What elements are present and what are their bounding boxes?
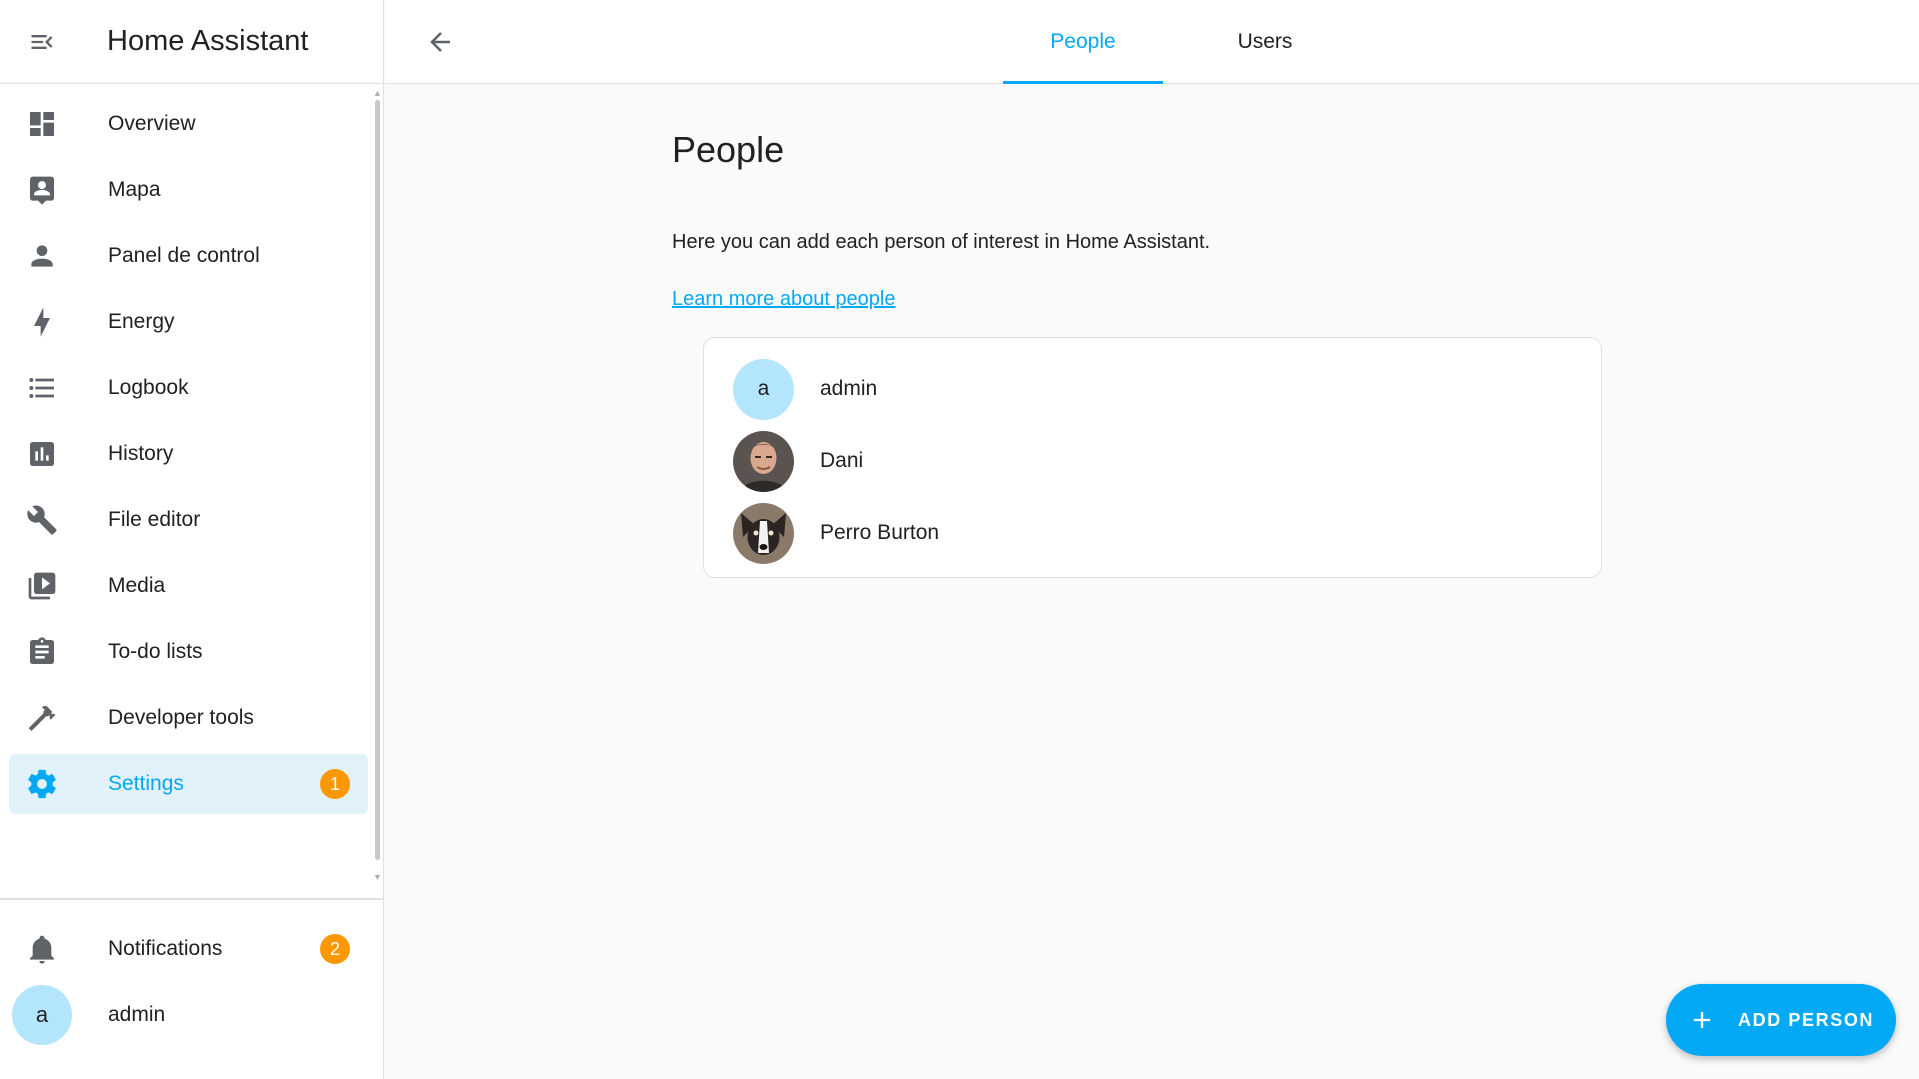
plus-icon [1693, 1011, 1711, 1029]
tab-people[interactable]: People [1003, 0, 1163, 84]
person-name: admin [820, 377, 878, 400]
page-title: People [672, 129, 785, 170]
person-photo-icon [733, 430, 794, 492]
sidebar-item-mapa[interactable]: Mapa [9, 160, 368, 220]
page-description: Here you can add each person of interest… [672, 231, 1211, 253]
person-icon [25, 239, 59, 273]
sidebar-item-label: Developer tools [108, 706, 254, 729]
people-card: a admin Dani Perro Burton [703, 337, 1602, 578]
dashboard-icon [25, 107, 59, 141]
avatar [733, 502, 794, 564]
sidebar-item-file-editor[interactable]: File editor [9, 490, 368, 550]
sidebar-item-media[interactable]: Media [9, 556, 368, 616]
sidebar-item-label: Overview [108, 112, 196, 135]
sidebar-item-profile[interactable]: a admin [9, 985, 368, 1045]
notifications-badge: 2 [320, 934, 350, 964]
lightning-bolt-icon [25, 305, 59, 339]
sidebar-item-overview[interactable]: Overview [9, 94, 368, 154]
menu-open-icon [31, 34, 53, 49]
sidebar-item-developer-tools[interactable]: Developer tools [9, 688, 368, 748]
sidebar: Home Assistant ▲ ▼ Overview Mapa Panel d… [0, 0, 384, 1079]
sidebar-item-label: Mapa [108, 178, 161, 201]
sidebar-nav: Overview Mapa Panel de control Energy Lo… [0, 88, 376, 820]
tab-users[interactable]: Users [1185, 0, 1345, 84]
avatar: a [733, 358, 794, 420]
sidebar-item-label: Media [108, 574, 166, 597]
sidebar-item-history[interactable]: History [9, 424, 368, 484]
clipboard-list-icon [25, 635, 59, 669]
sidebar-item-label: Energy [108, 310, 175, 333]
learn-more-link[interactable]: Learn more about people [672, 288, 896, 311]
settings-badge: 1 [320, 769, 350, 799]
menu-toggle-button[interactable] [27, 27, 57, 57]
sidebar-item-label: History [108, 442, 174, 465]
list-item[interactable]: Perro Burton [704, 497, 1601, 569]
sidebar-divider [0, 898, 384, 900]
wrench-icon [25, 503, 59, 537]
sidebar-item-label: Notifications [108, 937, 223, 960]
app-title: Home Assistant [107, 25, 309, 57]
chart-box-icon [25, 437, 59, 471]
list-item[interactable]: a admin [704, 353, 1601, 425]
sidebar-item-logbook[interactable]: Logbook [9, 358, 368, 418]
scroll-down-arrow-icon[interactable]: ▼ [373, 872, 382, 882]
home-assistant-app: Home Assistant ▲ ▼ Overview Mapa Panel d… [0, 0, 1919, 1079]
sidebar-header: Home Assistant [0, 0, 383, 84]
arrow-left-icon [430, 32, 450, 52]
bell-icon [25, 932, 59, 966]
avatar: a [12, 985, 72, 1045]
back-button[interactable] [422, 24, 458, 60]
sidebar-bottom: Notifications 2 a admin [0, 919, 376, 1051]
sidebar-item-energy[interactable]: Energy [9, 292, 368, 352]
sidebar-item-label: To-do lists [108, 640, 203, 663]
person-name: Perro Burton [820, 521, 940, 544]
add-person-label: ADD PERSON [1738, 1009, 1875, 1030]
top-bar: People Users [385, 0, 1919, 84]
main-content: People Here you can add each person of i… [385, 85, 1919, 1079]
list-item[interactable]: Dani [704, 425, 1601, 497]
sidebar-item-label: Logbook [108, 376, 189, 399]
sidebar-item-settings[interactable]: Settings 1 [9, 754, 368, 814]
hammer-icon [25, 701, 59, 735]
play-box-multiple-icon [25, 569, 59, 603]
add-person-button[interactable]: ADD PERSON [1666, 984, 1896, 1056]
sidebar-item-label: Settings [108, 772, 184, 795]
avatar [733, 430, 794, 492]
sidebar-item-label: File editor [108, 508, 201, 531]
dog-photo-icon [733, 502, 794, 564]
sidebar-item-notifications[interactable]: Notifications 2 [9, 919, 368, 979]
sidebar-item-to-do-lists[interactable]: To-do lists [9, 622, 368, 682]
sidebar-item-panel-de-control[interactable]: Panel de control [9, 226, 368, 286]
format-list-icon [25, 371, 59, 405]
person-name: Dani [820, 449, 864, 472]
sidebar-item-label: admin [108, 1003, 166, 1026]
cog-icon [25, 767, 59, 801]
map-account-icon [25, 173, 59, 207]
sidebar-item-label: Panel de control [108, 244, 260, 267]
